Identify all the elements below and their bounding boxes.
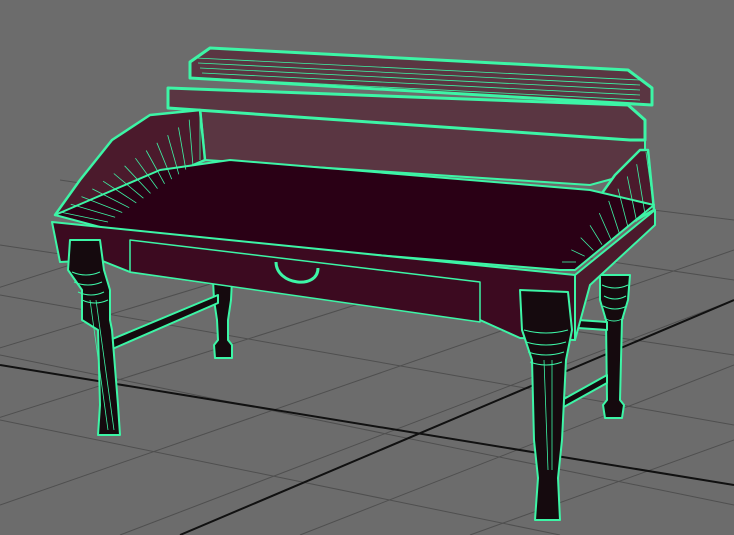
viewport-canvas[interactable] [0, 0, 734, 535]
3d-viewport[interactable] [0, 0, 734, 535]
back-left-leg[interactable] [212, 279, 233, 359]
